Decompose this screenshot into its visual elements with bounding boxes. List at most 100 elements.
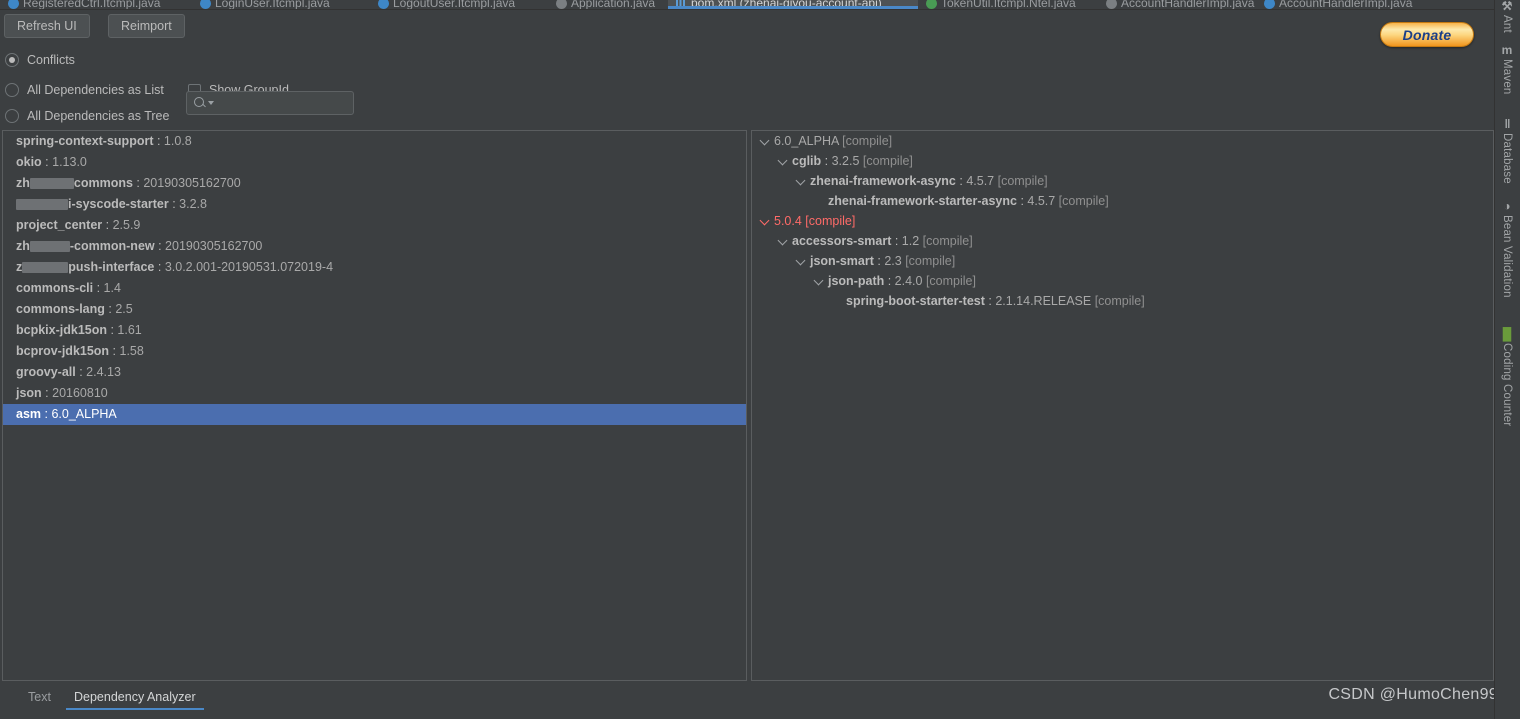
dependency-artifact-id: push-interface (68, 260, 155, 274)
dependency-version: 4.5.7 (966, 174, 995, 188)
editor-tab-3[interactable]: Application.java (548, 0, 668, 9)
radio-conflicts[interactable]: Conflicts (5, 53, 75, 67)
separator: : (154, 239, 166, 253)
dependency-artifact-id: accessors-smart (792, 234, 892, 248)
dependency-list-item[interactable]: zh -common-new : 20190305162700 (3, 236, 746, 257)
dependency-list-item[interactable]: commons-lang : 2.5 (3, 299, 746, 320)
dependency-tree-pane[interactable]: 6.0_ALPHA [compile] cglib : 3.2.5 [compil… (751, 130, 1494, 681)
dependency-list-item[interactable]: bcpkix-jdk15on : 1.61 (3, 320, 746, 341)
dependency-artifact-id: json-smart (810, 254, 874, 268)
java-file-icon (1264, 0, 1275, 9)
dependency-tree-node[interactable]: 6.0_ALPHA [compile] (752, 131, 1493, 151)
dependency-scope: [compile] (1091, 294, 1145, 308)
reimport-button[interactable]: Reimport (108, 14, 185, 38)
tool-window-button-database[interactable]: ‖ Database (1494, 118, 1520, 184)
dependency-list-item[interactable]: zh commons : 20190305162700 (3, 173, 746, 194)
separator: : (93, 281, 104, 295)
separator: : (891, 234, 902, 248)
editor-tab-label: LoginUser.Itcmpl.java (215, 0, 330, 9)
tab-text[interactable]: Text (20, 684, 59, 710)
chevron-down-icon[interactable] (778, 155, 789, 166)
dependency-list-item[interactable]: commons-cli : 1.4 (3, 278, 746, 299)
chevron-down-icon[interactable] (760, 135, 771, 146)
editor-tab-label: pom.xml (zhenai-qiyou-account-api) (691, 0, 882, 9)
dependency-artifact-id: spring-context-support (16, 134, 154, 148)
dependency-artifact-id: -common-new (69, 239, 155, 253)
dependency-list-item[interactable]: bcprov-jdk15on : 1.58 (3, 341, 746, 362)
editor-tab-5[interactable]: TokenUtil.Itcmpl.Ntel.java (918, 0, 1098, 9)
search-box[interactable] (186, 91, 381, 115)
separator: : (41, 407, 52, 421)
dependency-version: 1.58 (119, 344, 144, 358)
java-class-icon (556, 0, 567, 9)
dependency-list-item[interactable]: i-syscode-starter : 3.2.8 (3, 194, 746, 215)
dependency-list-item[interactable]: json : 20160810 (3, 383, 746, 404)
dependency-tree-node[interactable]: 5.0.4 [compile] (752, 211, 1493, 231)
tool-window-button-coding-counter[interactable]: █ Coding Counter (1494, 328, 1520, 426)
dependency-list-item[interactable]: spring-context-support : 1.0.8 (3, 131, 746, 152)
dependency-tree-node[interactable]: spring-boot-starter-test : 2.1.14.RELEAS… (752, 291, 1493, 311)
chevron-down-icon[interactable] (760, 215, 771, 226)
chevron-down-icon[interactable] (814, 275, 825, 286)
search-input[interactable] (214, 95, 381, 111)
editor-tab-2[interactable]: LogoutUser.Itcmpl.java (370, 0, 548, 9)
dependency-tree-node[interactable]: json-smart : 2.3 [compile] (752, 251, 1493, 271)
chevron-down-icon[interactable] (778, 235, 789, 246)
tool-window-button-ant[interactable]: ⚒ Ant (1494, 0, 1520, 33)
editor-tab-label: Application.java (571, 0, 656, 9)
watermark: CSDN @HumoChen99 (1328, 686, 1498, 703)
radio-conflicts-label: Conflicts (27, 53, 75, 67)
dependency-tree-node[interactable]: cglib : 3.2.5 [compile] (752, 151, 1493, 171)
radio-all-dependencies-as-tree[interactable]: All Dependencies as Tree (5, 109, 169, 123)
chevron-down-icon[interactable] (796, 175, 807, 186)
editor-tab-1[interactable]: LoginUser.Itcmpl.java (192, 0, 370, 9)
dependency-list-pane[interactable]: spring-context-support : 1.0.8 okio : 1.1… (2, 130, 747, 681)
editor-tab-4[interactable]: pom.xml (zhenai-qiyou-account-api) (668, 0, 918, 9)
dependency-scope: [compile] (1055, 194, 1109, 208)
dependency-version: 3.2.8 (179, 197, 207, 211)
tool-window-button-bean-validation[interactable]: ◑ Bean Validation (1494, 200, 1520, 298)
dependency-tree-node[interactable]: accessors-smart : 1.2 [compile] (752, 231, 1493, 251)
refresh-ui-button[interactable]: Refresh UI (4, 14, 90, 38)
dependency-version: 20160810 (52, 386, 108, 400)
dependency-artifact-prefix: zh (16, 239, 30, 253)
dependency-artifact-id: bcprov-jdk15on (16, 344, 110, 358)
dependency-tree-node[interactable]: zhenai-framework-starter-async : 4.5.7 [… (752, 191, 1493, 211)
dependency-list-item[interactable]: okio : 1.13.0 (3, 152, 746, 173)
editor-tab-0[interactable]: RegisteredCtrl.Itcmpl.java (0, 0, 192, 9)
dependency-artifact-id: commons-lang (16, 302, 105, 316)
separator: : (109, 344, 120, 358)
radio-all-as-tree-indicator (5, 109, 19, 123)
tree-node-spacer (814, 195, 825, 206)
dependency-list-item[interactable]: groovy-all : 2.4.13 (3, 362, 746, 383)
editor-tab-7[interactable]: AccountHandlerImpl.java (1256, 0, 1414, 9)
separator: : (107, 323, 118, 337)
editor-tab-label: RegisteredCtrl.Itcmpl.java (23, 0, 161, 9)
radio-all-dependencies-as-list[interactable]: All Dependencies as List (5, 83, 164, 97)
tool-window-button-maven[interactable]: m Maven (1494, 44, 1520, 95)
dependency-scope: [compile] (859, 154, 913, 168)
tool-window-label: Coding Counter (1501, 343, 1513, 427)
dependency-version: 1.2 (901, 234, 920, 248)
tool-window-label: Ant (1501, 15, 1513, 33)
bean-validation-icon: ◑ (1503, 199, 1511, 213)
dependency-artifact-id: json (16, 386, 42, 400)
separator: : (168, 197, 180, 211)
dependency-version: 3.2.5 (831, 154, 860, 168)
search-icon (193, 96, 207, 110)
dependency-version: 2.4.0 (894, 274, 923, 288)
separator: : (821, 154, 832, 168)
editor-tab-6[interactable]: AccountHandlerImpl.java (1098, 0, 1256, 9)
dependency-version: 2.5 (115, 302, 133, 316)
dependency-artifact-id: spring-boot-starter-test (846, 294, 985, 308)
dependency-artifact-prefix: zh (16, 176, 30, 190)
chevron-down-icon[interactable] (796, 255, 807, 266)
separator: : (41, 155, 53, 169)
dependency-list-item[interactable]: project_center : 2.5.9 (3, 215, 746, 236)
dependency-artifact-id: project_center (16, 218, 103, 232)
dependency-list-item[interactable]: asm : 6.0_ALPHA (3, 404, 746, 425)
dependency-tree-node[interactable]: zhenai-framework-async : 4.5.7 [compile] (752, 171, 1493, 191)
tab-dependency-analyzer[interactable]: Dependency Analyzer (66, 684, 204, 710)
dependency-tree-node[interactable]: json-path : 2.4.0 [compile] (752, 271, 1493, 291)
dependency-list-item[interactable]: z push-interface : 3.0.2.001-20190531.072… (3, 257, 746, 278)
